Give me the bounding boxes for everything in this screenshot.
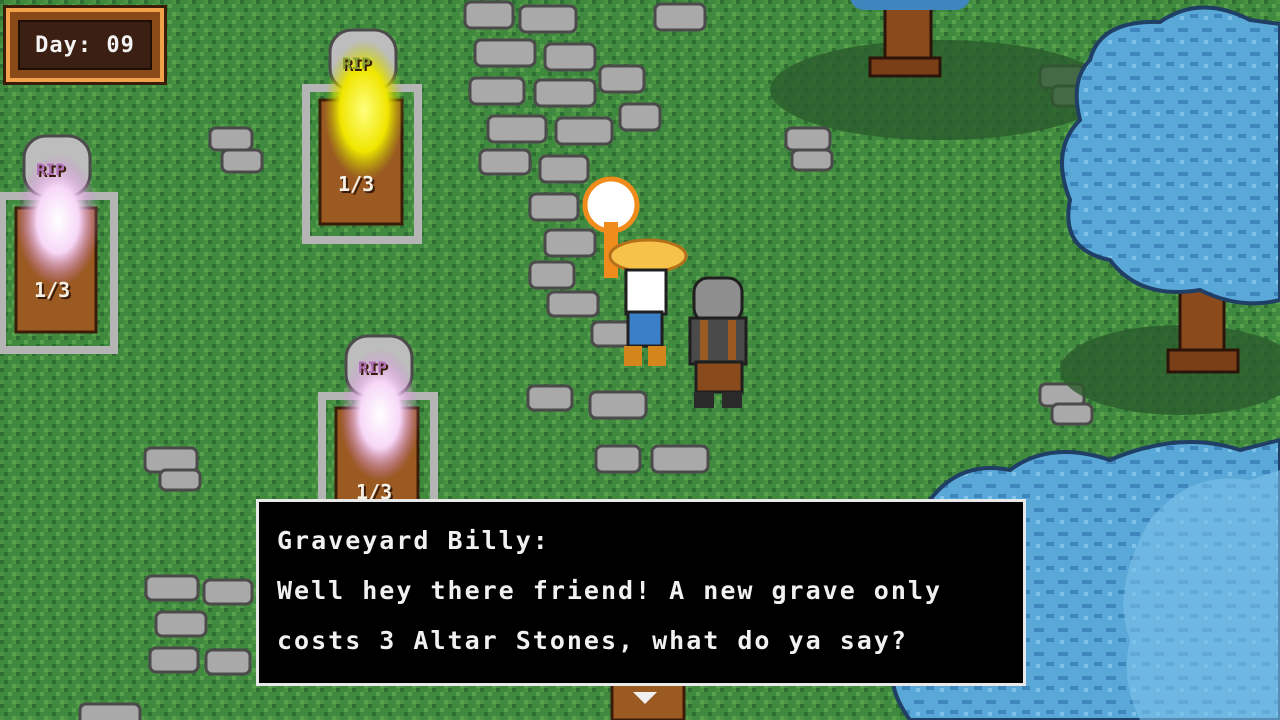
grave-1-progress: 1/3	[34, 278, 71, 302]
grave-1-tombstone-text: RIP	[36, 160, 65, 179]
dialog-continue-arrow-icon[interactable]	[633, 692, 657, 704]
day-counter-panel: Day: 09	[6, 8, 164, 82]
dialog-text-line-2: costs 3 Altar Stones, what do ya say?	[277, 626, 908, 655]
grave-2-progress: 1/3	[338, 172, 375, 196]
grave-3-tombstone-text: RIP	[358, 358, 387, 377]
grave-2-tombstone-text: RIP	[342, 54, 371, 73]
tree-canopy-top	[850, 0, 970, 10]
dialog-box[interactable]: Graveyard Billy: Well hey there friend! …	[256, 499, 1026, 686]
graveyard-billy-npc[interactable]	[688, 276, 748, 408]
dialog-text-line-1: Well hey there friend! A new grave only	[277, 576, 942, 605]
dialog-speaker: Graveyard Billy:	[277, 526, 550, 555]
day-counter-label: Day: 09	[18, 20, 152, 70]
